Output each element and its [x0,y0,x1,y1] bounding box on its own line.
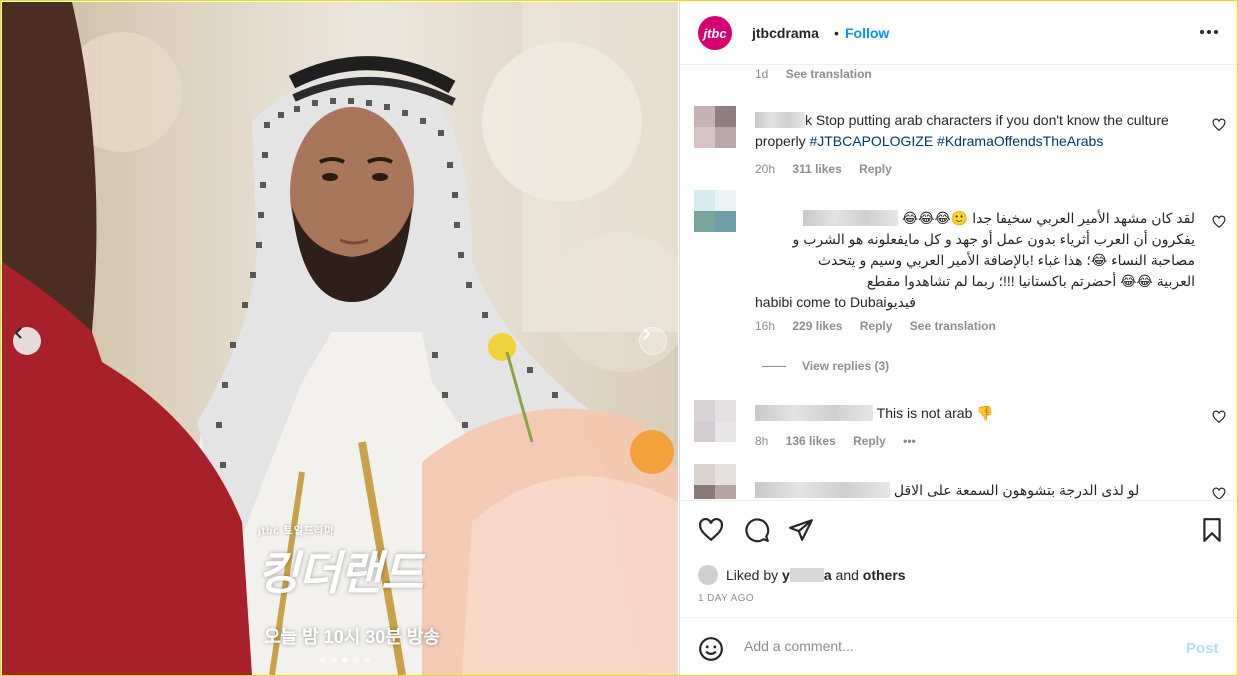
comment-text-line: يفكرون أن العرب أثرياء بدون عمل أو جهد و… [792,231,1195,247]
comment-meta: 20h 311 likes Reply [755,162,906,176]
comment-body-arabic: لقد كان مشهد الأمير العربي سخيفا جدا 🙂😂😂… [755,208,1195,313]
liked-by-name[interactable]: y [782,567,790,583]
profile-avatar[interactable]: jtbc [698,16,732,50]
comment-time: 20h [755,162,776,176]
add-comment-bar: Post [680,617,1237,675]
commenter-avatar[interactable] [694,106,736,148]
like-heart-icon[interactable] [698,517,724,543]
carousel-indicator [320,657,370,663]
comment-time: 16h [755,319,776,333]
reply-button[interactable]: Reply [853,434,886,448]
carousel-prev-button[interactable] [13,327,41,355]
post-header: jtbc jtbcdrama • Follow [680,2,1237,65]
carousel-dot [364,657,370,663]
poster-subtitle: 오늘 밤 10시 30분 방송 [264,627,440,647]
liked-by-and: and [835,567,859,583]
liked-by-prefix: Liked by [726,567,779,583]
comment-body: لو لذى الدرجة بتشوهون السمعة على الاقل [755,480,1195,499]
poster-title: 킹더랜드 [257,547,423,599]
comment-meta: 1d See translation [755,67,872,81]
comment-meta: 16h 229 likes Reply See translation [755,319,1010,333]
see-translation-link[interactable]: See translation [910,319,996,333]
carousel-dot-active [342,657,348,663]
carousel-next-button[interactable] [639,327,667,355]
post-action-bar [680,500,1237,561]
share-paper-plane-icon[interactable] [788,517,814,543]
comment-text-line: لقد كان مشهد الأمير العربي سخيفا جدا 🙂😂😂… [901,210,1195,226]
commenter-name-blurred[interactable] [755,482,890,498]
comment-time: 1d [755,67,769,81]
post-comment-button[interactable]: Post [1186,640,1219,657]
comments-list[interactable]: 1d See translation k Stop putting arab c… [680,64,1237,499]
commenter-avatar[interactable] [694,464,736,499]
like-comment-heart-icon[interactable] [1212,410,1226,424]
comment-text-line: مصاحبة النساء 😂؛ هذا غباء !بالإضافة الأم… [817,252,1195,268]
comment-text: This is not arab 👎 [876,405,994,421]
post-media[interactable]: jtbc 토일드라마 킹더랜드 오늘 밤 10시 30분 방송 [2,2,678,675]
carousel-dot [331,657,337,663]
view-replies-label: View replies (3) [802,359,890,373]
reply-button[interactable]: Reply [860,319,893,333]
commenter-name-fragment: k [805,112,812,128]
more-options-icon[interactable] [1198,22,1220,42]
poster-brand: jtbc 토일드라마 [258,526,335,537]
post-date[interactable]: 1 DAY AGO [698,593,754,604]
comment-text-line: العربية 😂😂 أحضرتم باكستانيا !!!؛ ربما لم… [866,273,1195,289]
instagram-post-frame: jtbc 토일드라마 킹더랜드 오늘 밤 10시 30분 방송 jtbc jtb… [0,0,1238,676]
commenter-avatar[interactable] [694,400,736,442]
profile-username[interactable]: jtbcdrama [752,25,819,41]
emoji-smiley-icon[interactable] [698,636,724,662]
commenter-name-blurred[interactable] [802,210,898,226]
like-comment-heart-icon[interactable] [1212,118,1226,132]
comment-more-options[interactable]: ••• [903,434,916,448]
post-side-panel: jtbc jtbcdrama • Follow 1d See translati… [679,2,1237,675]
commenter-name-blurred[interactable] [755,112,805,128]
like-comment-heart-icon[interactable] [1212,215,1226,229]
comment-text: لو لذى الدرجة بتشوهون السمعة على الاقل [893,482,1140,498]
comment-likes[interactable]: 136 likes [786,434,836,448]
commenter-avatar[interactable] [694,190,736,232]
chevron-right-icon [643,328,651,340]
comment-input[interactable] [742,637,1166,655]
comment-likes[interactable]: 229 likes [792,319,842,333]
liked-by-name-blurred[interactable] [789,568,824,582]
comment-text-line: habibi come to Dubaiفيديو [755,294,916,310]
like-comment-heart-icon[interactable] [1212,487,1226,499]
carousel-dot [320,657,326,663]
chevron-left-icon [14,327,22,339]
follow-button[interactable]: Follow [845,25,889,41]
liked-by-name-end[interactable]: a [824,567,832,583]
view-replies-button[interactable]: View replies (3) [762,359,889,373]
comment-hashtags[interactable]: #JTBCAPOLOGIZE #KdramaOffendsTheArabs [809,133,1103,149]
save-bookmark-icon[interactable] [1199,517,1225,543]
header-separator: • [834,25,839,41]
comment-bubble-icon[interactable] [744,517,770,543]
liked-by-row: Liked by y a and others [698,565,906,585]
liked-by-avatar[interactable] [698,565,718,585]
carousel-dot [353,657,359,663]
comment-likes[interactable]: 311 likes [792,162,841,176]
comment-body: This is not arab 👎 [755,403,1195,424]
comment-meta: 8h 136 likes Reply ••• [755,434,930,448]
comment-time: 8h [755,434,769,448]
commenter-name-blurred[interactable] [755,405,873,421]
comment-body: k Stop putting arab characters if you do… [755,110,1195,152]
reply-button[interactable]: Reply [859,162,892,176]
liked-by-others[interactable]: others [863,567,906,583]
see-translation-link[interactable]: See translation [786,67,872,81]
